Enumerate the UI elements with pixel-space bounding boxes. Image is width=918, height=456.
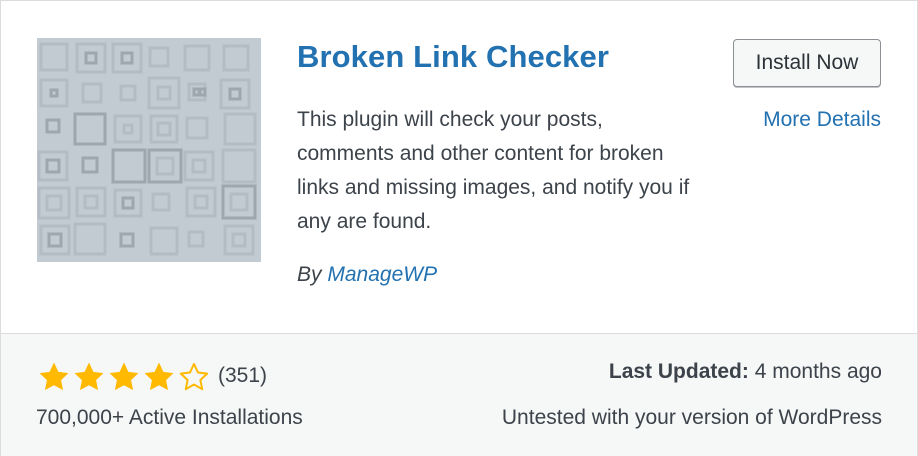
- last-updated-value: 4 months ago: [754, 360, 882, 383]
- rating-count: (351): [218, 364, 268, 387]
- active-installs: 700,000+ Active Installations: [36, 406, 303, 429]
- star-filled-icon: [39, 362, 69, 391]
- star-filled-icon: [144, 362, 174, 391]
- author-link[interactable]: ManageWP: [327, 263, 437, 286]
- plugin-description: This plugin will check your posts, comme…: [297, 108, 690, 233]
- star-filled-icon: [74, 362, 104, 391]
- star-empty-icon: [179, 362, 209, 391]
- star-filled-icon: [109, 362, 139, 391]
- plugin-card-bottom: [1, 333, 917, 456]
- plugin-pattern-icon: [37, 38, 261, 262]
- install-now-button[interactable]: Install Now: [733, 39, 881, 87]
- plugin-card-top: Broken Link Checker This plugin will che…: [1, 1, 917, 333]
- compatibility-status: Untested with your version of WordPress: [501, 406, 882, 429]
- last-updated: Last Updated: 4 months ago: [609, 360, 882, 384]
- plugin-title-link[interactable]: Broken Link Checker: [297, 39, 609, 75]
- author-prefix: By: [297, 263, 322, 286]
- plugin-author: By ManageWP: [297, 263, 437, 287]
- last-updated-label: Last Updated:: [608, 360, 749, 383]
- more-details-link[interactable]: More Details: [763, 108, 881, 132]
- star-rating: [37, 360, 212, 394]
- plugin-thumbnail[interactable]: [37, 38, 261, 262]
